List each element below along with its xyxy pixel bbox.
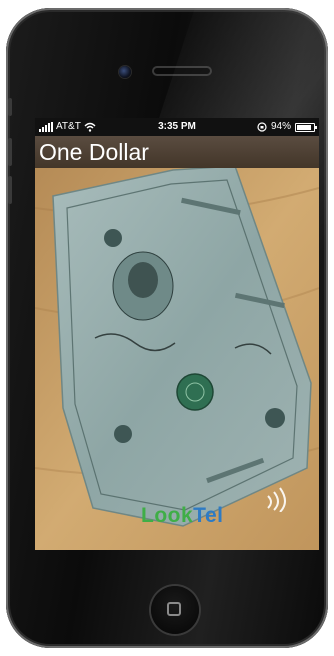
looktel-logo: LookTel xyxy=(141,504,223,528)
battery-percent: 94% xyxy=(270,121,291,132)
battery-icon xyxy=(295,122,317,132)
status-right: 94% xyxy=(257,118,317,136)
volume-up-button xyxy=(8,138,12,166)
logo-tel: Tel xyxy=(193,504,224,527)
volume-down-button xyxy=(8,176,12,204)
front-camera xyxy=(119,66,131,78)
home-square-icon xyxy=(167,602,181,616)
home-button[interactable] xyxy=(151,586,199,634)
earpiece-speaker xyxy=(152,66,212,76)
mute-switch xyxy=(8,98,12,116)
logo-look: Look xyxy=(141,504,194,527)
result-title: One Dollar xyxy=(35,136,319,168)
signal-waves-icon xyxy=(267,487,286,512)
status-bar: AT&T 3:35 PM 94% xyxy=(35,118,319,136)
rotation-lock-icon xyxy=(257,122,267,132)
